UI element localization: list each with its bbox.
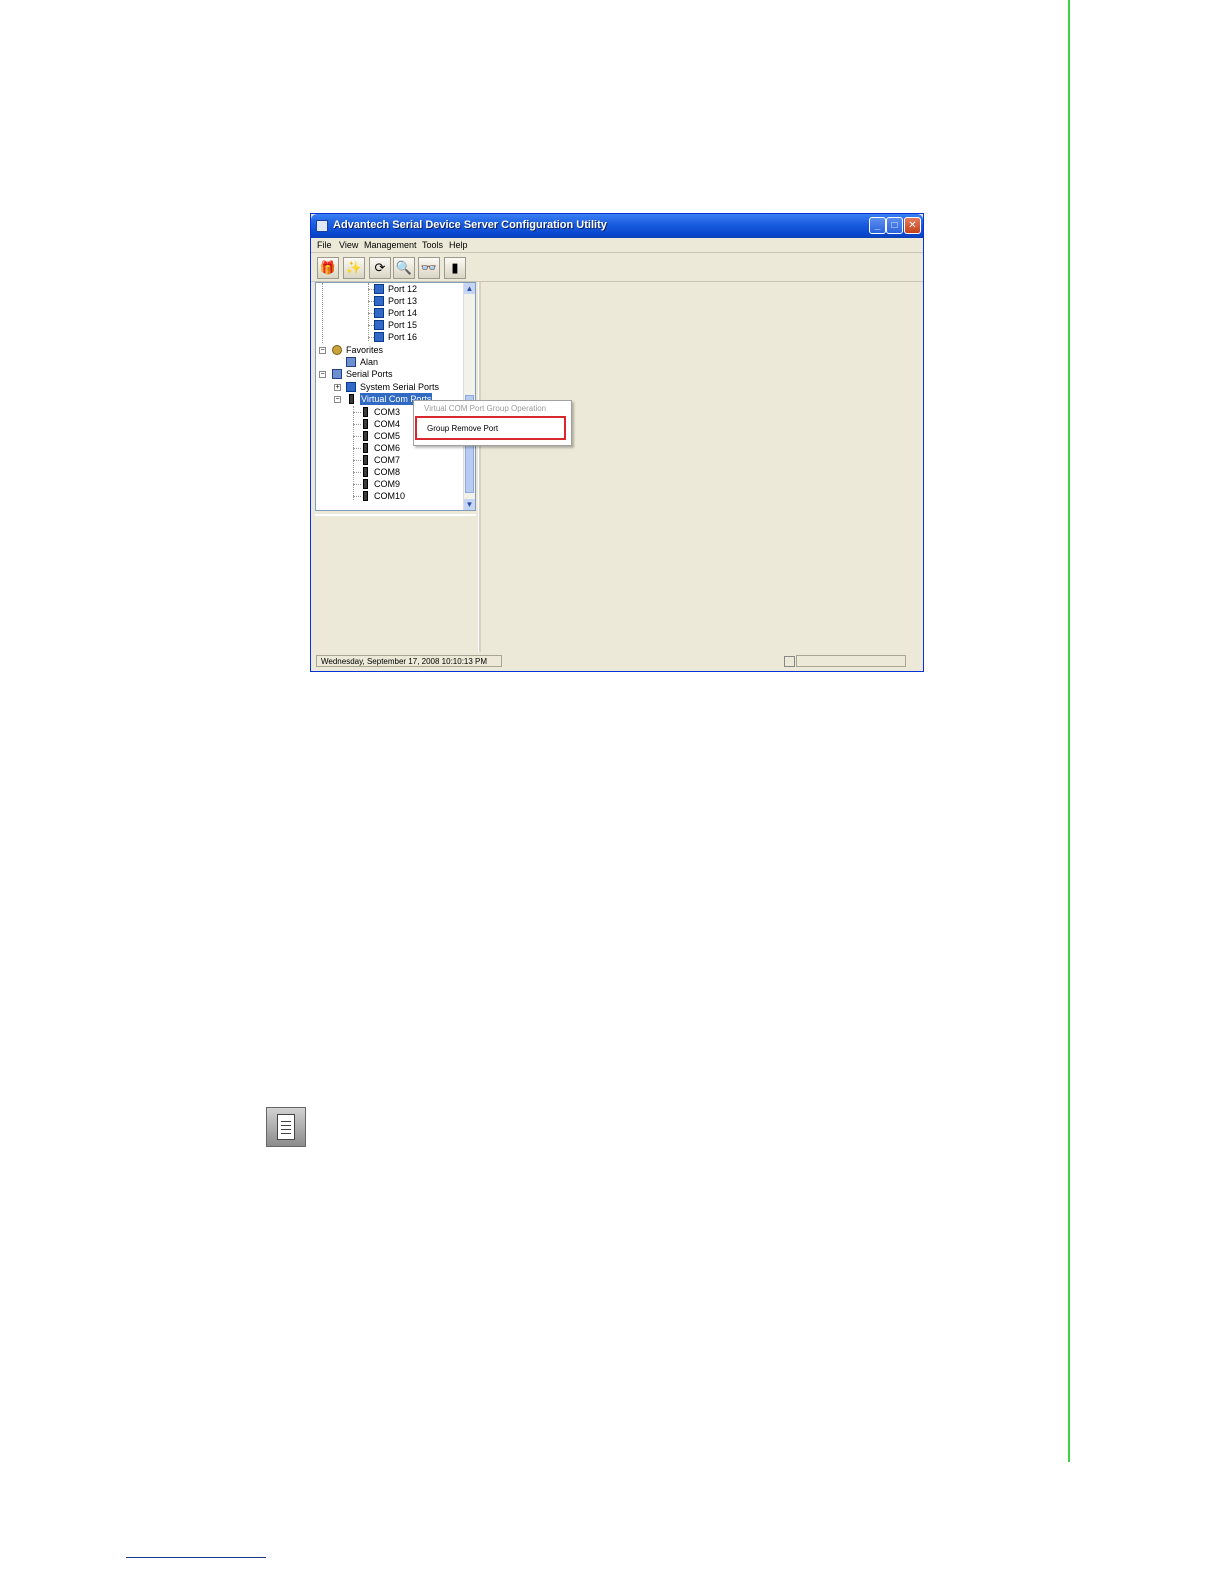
collapse-virtual-com-ports-toggle[interactable]: − xyxy=(334,396,341,403)
scroll-up-icon[interactable]: ▲ xyxy=(464,283,475,294)
binoculars-icon[interactable]: 👓 xyxy=(418,257,440,279)
close-button[interactable]: ✕ xyxy=(904,217,921,234)
wand-icon[interactable]: ✨ xyxy=(343,257,365,279)
details-pane xyxy=(315,514,476,654)
tree-scrollbar[interactable]: ▲ ▼ xyxy=(463,283,475,510)
toolbar: 🎁 ✨ ⟳ 🔍 👓 ▮ xyxy=(311,253,923,282)
document-icon xyxy=(277,1114,295,1140)
expand-system-serial-ports-toggle[interactable]: + xyxy=(334,384,341,391)
app-window: Advantech Serial Device Server Configura… xyxy=(310,213,924,672)
menu-help[interactable]: Help xyxy=(449,240,468,250)
menu-file[interactable]: File xyxy=(317,240,332,250)
menu-bar: File View Management Tools Help xyxy=(311,238,923,253)
tree-guide xyxy=(353,472,361,473)
com-port-icon xyxy=(363,467,368,477)
device-icon xyxy=(349,394,354,404)
serial-ports-icon xyxy=(332,369,342,379)
com-port-icon xyxy=(363,431,368,441)
com-port-icon xyxy=(363,419,368,429)
footer-rule xyxy=(126,1557,266,1558)
collapse-serial-ports-toggle[interactable]: − xyxy=(319,371,326,378)
scroll-down-icon[interactable]: ▼ xyxy=(464,499,475,510)
device-tree[interactable]: Port 12 Port 13 Port 14 Port 15 Port 16 … xyxy=(315,282,476,511)
pane-splitter[interactable] xyxy=(478,282,481,652)
menu-view[interactable]: View xyxy=(339,240,358,250)
window-title: Advantech Serial Device Server Configura… xyxy=(333,219,607,231)
port-icon xyxy=(374,284,384,294)
menu-management[interactable]: Management xyxy=(364,240,417,250)
page-side-rule xyxy=(1068,0,1070,1462)
port-icon xyxy=(374,308,384,318)
status-indicator xyxy=(784,656,795,667)
search-icon[interactable]: 🔍 xyxy=(393,257,415,279)
menu-tools[interactable]: Tools xyxy=(422,240,443,250)
tree-guide xyxy=(353,406,354,500)
tree-guide xyxy=(353,496,361,497)
collapse-favorites-toggle[interactable]: − xyxy=(319,347,326,354)
title-bar[interactable]: Advantech Serial Device Server Configura… xyxy=(311,214,923,238)
device-icon[interactable]: ▮ xyxy=(444,257,466,279)
group-remove-port-menu-item[interactable]: Group Remove Port xyxy=(415,416,566,440)
favorites-icon xyxy=(332,345,342,355)
serial-port-icon xyxy=(346,382,356,392)
tree-guide xyxy=(353,424,361,425)
app-icon xyxy=(316,220,328,232)
port-icon xyxy=(374,296,384,306)
status-panel xyxy=(796,655,906,667)
port-icon xyxy=(374,332,384,342)
note-icon xyxy=(266,1107,306,1147)
context-menu-header: Virtual COM Port Group Operation xyxy=(424,404,547,413)
port-icon xyxy=(374,320,384,330)
com-port-icon xyxy=(363,443,368,453)
status-datetime: Wednesday, September 17, 2008 10:10:13 P… xyxy=(316,655,502,667)
tree-guide xyxy=(353,484,361,485)
tree-guide xyxy=(322,283,323,343)
gift-icon[interactable]: 🎁 xyxy=(317,257,339,279)
com-port-icon xyxy=(363,455,368,465)
status-bar: Wednesday, September 17, 2008 10:10:13 P… xyxy=(311,653,923,671)
tree-guide xyxy=(353,460,361,461)
com-port-icon xyxy=(363,407,368,417)
maximize-button[interactable]: □ xyxy=(886,217,903,234)
com-port-icon xyxy=(363,491,368,501)
tree-guide xyxy=(353,448,361,449)
refresh-icon[interactable]: ⟳ xyxy=(369,257,391,279)
tree-guide xyxy=(353,436,361,437)
context-menu: Virtual COM Port Group Operation Group R… xyxy=(413,400,572,446)
tree-guide xyxy=(353,412,361,413)
com-port-icon xyxy=(363,479,368,489)
computer-icon xyxy=(346,357,356,367)
minimize-button[interactable]: _ xyxy=(869,217,886,234)
tree-guide xyxy=(368,283,369,341)
